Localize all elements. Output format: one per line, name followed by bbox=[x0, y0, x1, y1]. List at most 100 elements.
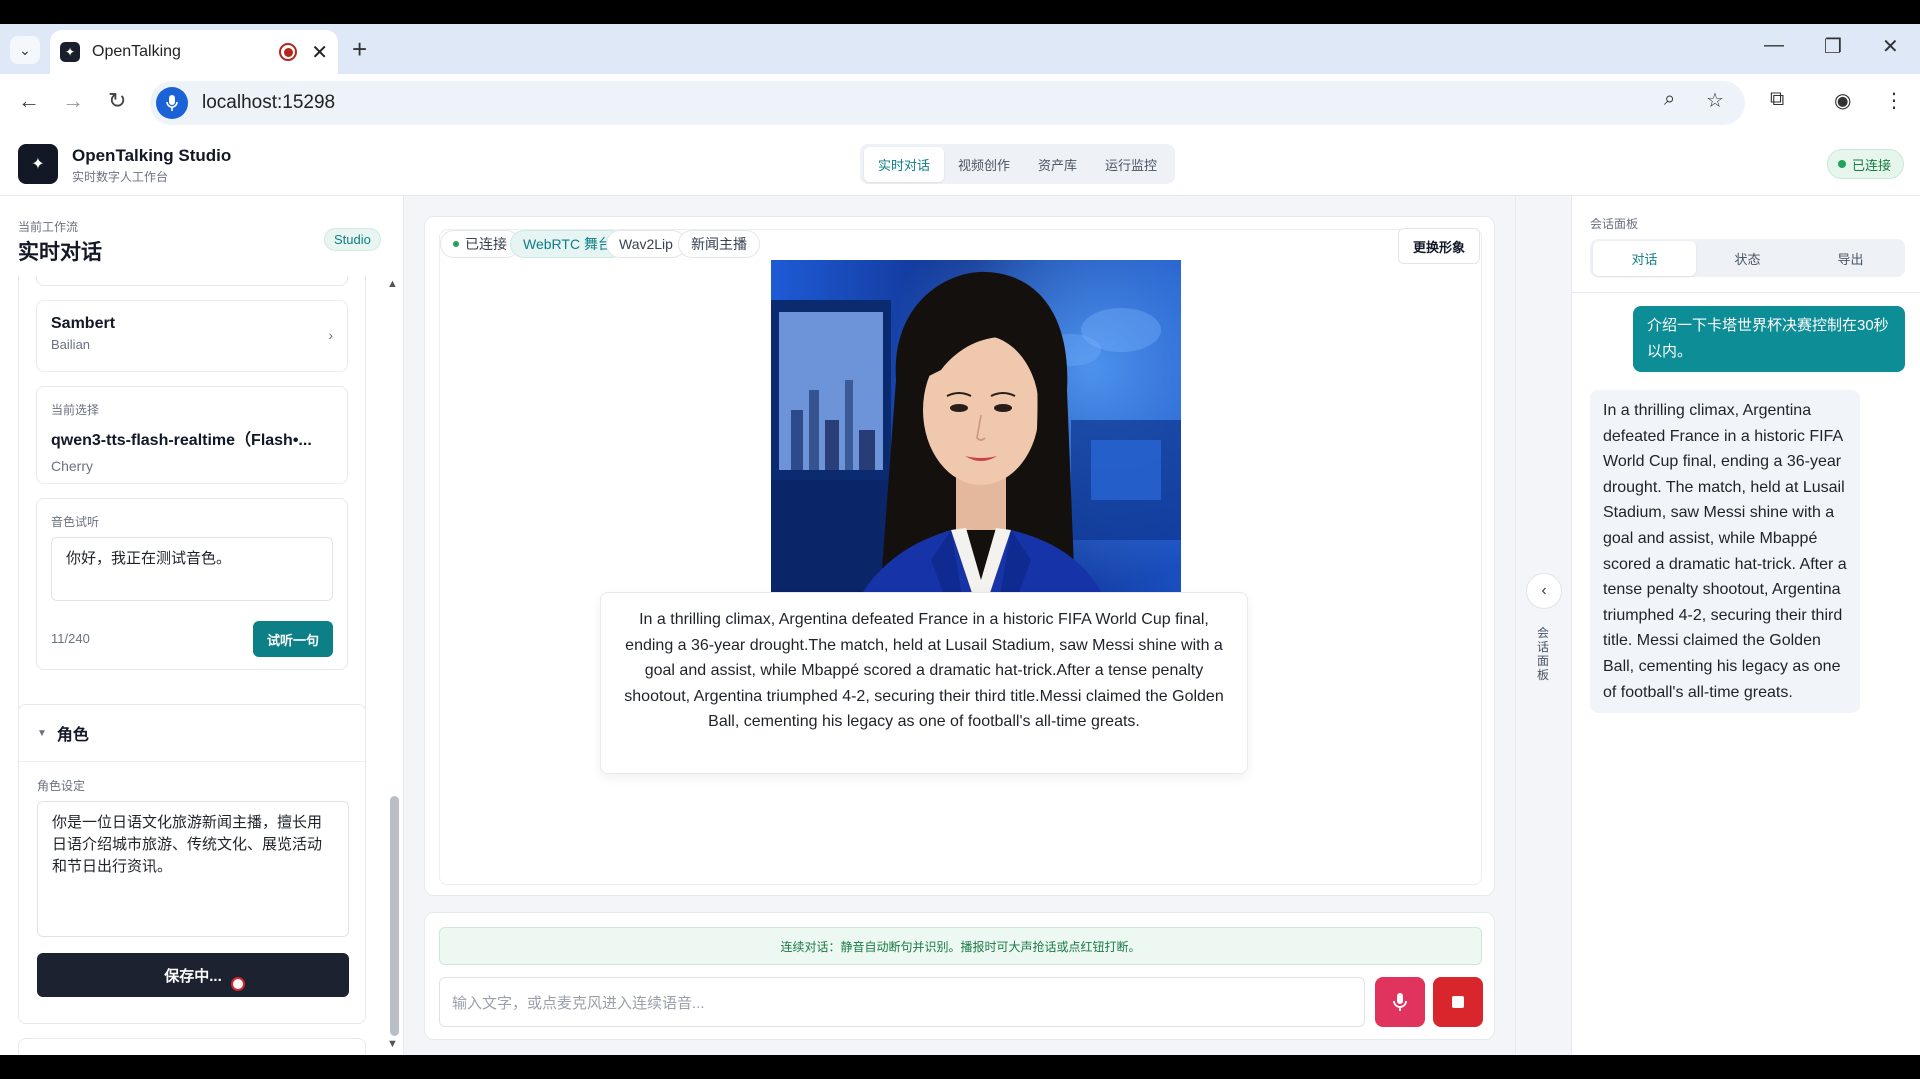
chevron-right-icon: › bbox=[328, 327, 333, 343]
browser-tab[interactable]: ✦ OpenTalking ✕ bbox=[50, 30, 338, 74]
microphone-icon bbox=[1393, 993, 1407, 1011]
app-subtitle: 实时数字人工作台 bbox=[72, 170, 169, 184]
voice-option-card-previous[interactable] bbox=[36, 276, 348, 286]
right-panel: 会话面板 对话 状态 导出 介绍一下卡塔世界杯决赛控制在30秒以内。 In a … bbox=[1571, 196, 1920, 1055]
recording-indicator-icon bbox=[279, 43, 298, 61]
role-section-title: 角色 bbox=[56, 727, 89, 744]
message-input[interactable]: 输入文字，或点麦克风进入连续语音... bbox=[439, 977, 1365, 1027]
nav-tab-assets[interactable]: 资产库 bbox=[1024, 147, 1091, 182]
input-area: 连续对话：静音自动断句并识别。播报时可大声抢话或点红钮打断。 输入文字，或点麦克… bbox=[424, 912, 1495, 1040]
scroll-up-icon[interactable]: ▲ bbox=[387, 278, 398, 290]
session-panel-label: 会话面板 bbox=[1590, 217, 1639, 231]
reload-icon[interactable]: ↻ bbox=[108, 88, 126, 114]
scrollbar-thumb[interactable] bbox=[390, 796, 399, 1036]
browser-toolbar: ← → ↻ localhost:15298 ⌕ ☆ ⧉ ◉ ⋮ bbox=[0, 74, 1920, 132]
workflow-label: 当前工作流 bbox=[18, 220, 79, 234]
restore-icon[interactable]: ❐ bbox=[1824, 34, 1842, 59]
nav-tab-realtime[interactable]: 实时对话 bbox=[864, 146, 945, 182]
url-text: localhost:15298 bbox=[202, 92, 336, 113]
new-tab-icon[interactable]: + bbox=[352, 34, 367, 65]
avatar-stage: 已连接 WebRTC 舞台 Wav2Lip 新闻主播 更换形象 In a thr… bbox=[424, 216, 1495, 896]
voice-option-sambert[interactable]: Sambert Bailian › bbox=[36, 300, 348, 372]
stage-viewport: 已连接 WebRTC 舞台 Wav2Lip 新闻主播 更换形象 In a thr… bbox=[439, 228, 1482, 885]
status-dot-icon bbox=[1837, 160, 1846, 168]
app-logo-icon: ✦ bbox=[18, 144, 58, 184]
microphone-button[interactable] bbox=[1375, 977, 1425, 1027]
studio-badge: Studio bbox=[324, 228, 381, 251]
chip-role: 新闻主播 bbox=[678, 230, 760, 258]
app-title: OpenTalking Studio bbox=[72, 146, 232, 165]
save-role-button[interactable]: 保存中... bbox=[37, 953, 349, 997]
address-bar[interactable]: localhost:15298 bbox=[150, 81, 1745, 125]
app-favicon-icon: ✦ bbox=[60, 42, 80, 62]
current-voice-name: qwen3-tts-flash-realtime（Flash•... bbox=[51, 432, 312, 449]
role-card: ▼ 角色 角色设定 你是一位日语文化旅游新闻主播，擅长用日语介绍城市旅游、传统文… bbox=[18, 704, 366, 1024]
back-icon[interactable]: ← bbox=[18, 88, 40, 114]
status-dot-icon bbox=[453, 241, 459, 247]
change-avatar-button[interactable]: 更换形象 bbox=[1398, 228, 1480, 264]
app: ✦ OpenTalking Studio 实时数字人工作台 实时对话 视频创作 … bbox=[0, 132, 1920, 1056]
nav-tab-video[interactable]: 视频创作 bbox=[944, 147, 1024, 182]
voice-preview-card: 音色试听 你好，我正在测试音色。 11/240 试听一句 bbox=[36, 498, 348, 670]
tab-search-dropdown[interactable]: ⌄ bbox=[10, 36, 40, 64]
divider bbox=[19, 761, 365, 762]
tab-title: OpenTalking bbox=[92, 43, 181, 60]
assistant-message: In a thrilling climax, Argentina defeate… bbox=[1590, 390, 1860, 714]
session-tabs: 对话 状态 导出 bbox=[1590, 239, 1905, 277]
divider bbox=[1572, 292, 1920, 293]
app-header: ✦ OpenTalking Studio 实时数字人工作台 实时对话 视频创作 … bbox=[0, 132, 1920, 196]
preview-voice-button[interactable]: 试听一句 bbox=[253, 621, 333, 657]
browser-chrome: ⌄ ✦ OpenTalking ✕ + — ❐ ✕ ← → ↻ localhos… bbox=[0, 24, 1920, 132]
connection-status-badge: 已连接 bbox=[1826, 149, 1904, 179]
left-scroll-area: Sambert Bailian › 当前选择 qwen3-tts-flash-r… bbox=[0, 276, 404, 1056]
tab-chat[interactable]: 对话 bbox=[1593, 240, 1696, 276]
caret-down-icon: ▼ bbox=[37, 727, 47, 739]
profile-icon[interactable]: ◉ bbox=[1834, 88, 1851, 113]
status-chip-connected: 已连接 bbox=[440, 230, 520, 258]
collapse-strip-label: 会话面板 bbox=[1536, 626, 1549, 682]
stop-icon bbox=[1452, 996, 1464, 1008]
panel-collapse-strip: ‹ 会话面板 bbox=[1515, 196, 1571, 1055]
user-message: 介绍一下卡塔世界杯决赛控制在30秒以内。 bbox=[1633, 306, 1905, 372]
nav-tab-monitor[interactable]: 运行监控 bbox=[1091, 147, 1171, 182]
role-prompt-textarea[interactable]: 你是一位日语文化旅游新闻主播，擅长用日语介绍城市旅游、传统文化、展览活动和节日出… bbox=[37, 801, 349, 937]
voice-name: Sambert bbox=[51, 315, 116, 332]
mic-permission-icon[interactable] bbox=[156, 87, 188, 119]
role-section-header[interactable]: ▼ 角色 bbox=[37, 721, 89, 745]
screen: ⌄ ✦ OpenTalking ✕ + — ❐ ✕ ← → ↻ localhos… bbox=[0, 0, 1920, 1079]
left-panel: 当前工作流 实时对话 Studio Sambert Bailian › 当前选择… bbox=[0, 196, 404, 1056]
role-setting-label: 角色设定 bbox=[37, 779, 86, 793]
chevron-left-icon: ‹ bbox=[1541, 582, 1547, 599]
forward-icon[interactable]: → bbox=[62, 88, 84, 114]
next-card bbox=[18, 1038, 366, 1056]
extensions-icon[interactable]: ⧉ bbox=[1770, 88, 1784, 111]
minimize-icon[interactable]: — bbox=[1764, 34, 1784, 57]
chip-model: Wav2Lip bbox=[606, 230, 686, 258]
screen-bottom-bar bbox=[0, 1055, 1920, 1079]
bookmark-star-icon[interactable]: ☆ bbox=[1706, 88, 1724, 113]
not-allowed-cursor-icon bbox=[231, 977, 245, 991]
chevron-down-icon: ⌄ bbox=[19, 41, 31, 58]
live-subtitle: In a thrilling climax, Argentina defeate… bbox=[600, 592, 1248, 774]
voice-preview-textarea[interactable]: 你好，我正在测试音色。 bbox=[51, 537, 333, 601]
workflow-title: 实时对话 bbox=[18, 241, 102, 264]
scroll-down-icon[interactable]: ▼ bbox=[387, 1038, 398, 1050]
current-voice-card: 当前选择 qwen3-tts-flash-realtime（Flash•... … bbox=[36, 386, 348, 484]
tab-export[interactable]: 导出 bbox=[1799, 241, 1902, 276]
main-nav: 实时对话 视频创作 资产库 运行监控 bbox=[860, 144, 1176, 184]
tab-bar: ⌄ ✦ OpenTalking ✕ + — ❐ ✕ bbox=[0, 24, 1920, 74]
voice-preview-label: 音色试听 bbox=[51, 515, 100, 529]
stop-button[interactable] bbox=[1433, 977, 1483, 1027]
close-window-icon[interactable]: ✕ bbox=[1882, 34, 1899, 59]
current-voice-label: 当前选择 bbox=[51, 403, 100, 417]
char-count: 11/240 bbox=[51, 631, 90, 646]
tab-status[interactable]: 状态 bbox=[1696, 241, 1799, 276]
continuous-dialog-hint: 连续对话：静音自动断句并识别。播报时可大声抢话或点红钮打断。 bbox=[439, 927, 1482, 965]
close-tab-icon[interactable]: ✕ bbox=[311, 40, 328, 65]
collapse-panel-button[interactable]: ‹ bbox=[1526, 573, 1562, 609]
zoom-icon[interactable]: ⌕ bbox=[1664, 88, 1675, 111]
more-menu-icon[interactable]: ⋮ bbox=[1884, 88, 1904, 113]
center-panel: 已连接 WebRTC 舞台 Wav2Lip 新闻主播 更换形象 In a thr… bbox=[404, 196, 1515, 1055]
current-voice-timbre: Cherry bbox=[51, 458, 94, 474]
voice-provider: Bailian bbox=[51, 337, 91, 352]
